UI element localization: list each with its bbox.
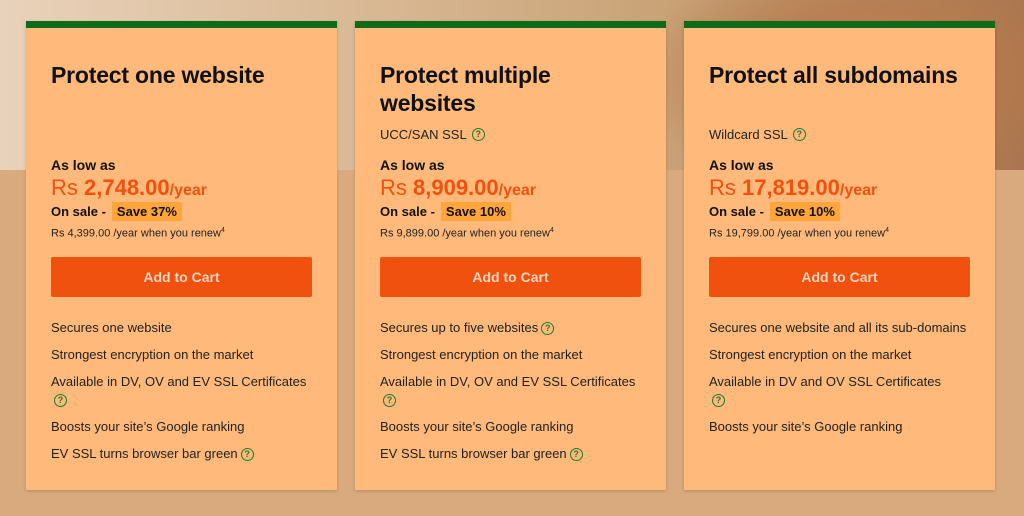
help-icon[interactable]: ? (54, 394, 67, 408)
renew-footnote: 4 (885, 227, 890, 234)
feature-item: Secures up to five websites? (380, 319, 641, 337)
sale-label: On sale - (709, 204, 764, 219)
card-subtitle: Wildcard SSL? (709, 127, 806, 142)
sale-line: On sale - Save 37% (51, 202, 182, 221)
as-low-as-label: As low as (709, 157, 774, 173)
price-period: /year (498, 182, 537, 199)
feature-text: Strongest encryption on the market (380, 347, 583, 362)
feature-item: Strongest encryption on the market (380, 346, 641, 364)
price: Rs 2,748.00/year (51, 175, 207, 201)
feature-item: Strongest encryption on the market (51, 346, 312, 364)
feature-text: Secures one website and all its sub-doma… (709, 320, 967, 335)
feature-item: Boosts your site’s Google ranking (709, 418, 970, 436)
feature-item: EV SSL turns browser bar green? (51, 445, 312, 463)
feature-item: Strongest encryption on the market (709, 346, 970, 364)
renew-footnote: 4 (550, 227, 554, 234)
pricing-card-multiple-websites: Protect multiple websites UCC/SAN SSL? A… (355, 21, 666, 490)
price-currency: Rs (380, 175, 413, 200)
help-icon[interactable]: ? (712, 394, 725, 408)
save-badge: Save 37% (111, 202, 182, 221)
feature-text: Boosts your site’s Google ranking (51, 419, 245, 434)
help-icon[interactable]: ? (569, 448, 583, 462)
feature-text: Strongest encryption on the market (709, 347, 912, 362)
subtitle-text: Wildcard SSL (709, 127, 788, 142)
sale-line: On sale - Save 10% (380, 202, 511, 221)
price-amount: 8,909.00 (413, 175, 499, 200)
card-title: Protect one website (51, 62, 265, 88)
feature-list: Secures one website Strongest encryption… (51, 319, 312, 472)
add-to-cart-button[interactable]: Add to Cart (709, 257, 970, 297)
as-low-as-label: As low as (380, 157, 445, 173)
pricing-card-all-subdomains: Protect all subdomains Wildcard SSL? As … (684, 21, 995, 490)
renew-text: Rs 4,399.00 /year when you renew (51, 227, 221, 240)
feature-item: Boosts your site’s Google ranking (51, 418, 312, 436)
price-amount: 17,819.00 (742, 175, 840, 200)
feature-item: Available in DV, OV and EV SSL Certifica… (380, 373, 641, 409)
price: Rs 17,819.00/year (709, 175, 877, 201)
renew-price: Rs 9,899.00 /year when you renew4 (380, 227, 554, 240)
help-icon[interactable]: ? (792, 128, 806, 141)
feature-item: Secures one website (51, 319, 312, 337)
sale-line: On sale - Save 10% (709, 202, 840, 221)
pricing-card-one-website: Protect one website As low as Rs 2,748.0… (26, 21, 337, 490)
add-to-cart-button[interactable]: Add to Cart (51, 257, 312, 297)
card-title: Protect all subdomains (709, 62, 958, 88)
price-currency: Rs (51, 175, 84, 200)
sale-label: On sale - (380, 204, 435, 219)
feature-text: Available in DV and OV SSL Certificates (709, 374, 941, 389)
price-period: /year (169, 182, 208, 199)
renew-price: Rs 4,399.00 /year when you renew4 (51, 227, 225, 240)
help-icon[interactable]: ? (383, 394, 396, 408)
subtitle-text: UCC/SAN SSL (380, 127, 467, 142)
feature-text: Boosts your site’s Google ranking (380, 419, 574, 434)
card-subtitle: UCC/SAN SSL? (380, 127, 485, 142)
renew-text: Rs 19,799.00 /year when you renew (709, 227, 886, 240)
save-badge: Save 10% (769, 202, 840, 221)
add-to-cart-button[interactable]: Add to Cart (380, 257, 641, 297)
price-period: /year (839, 182, 878, 199)
feature-text: Secures one website (51, 320, 172, 335)
feature-text: Available in DV, OV and EV SSL Certifica… (51, 374, 307, 389)
feature-text: Boosts your site’s Google ranking (709, 419, 903, 434)
sale-label: On sale - (51, 204, 106, 219)
as-low-as-label: As low as (51, 157, 116, 173)
feature-text: EV SSL turns browser bar green (51, 446, 238, 461)
feature-item: Secures one website and all its sub-doma… (709, 319, 970, 337)
price: Rs 8,909.00/year (380, 175, 536, 201)
feature-text: Strongest encryption on the market (51, 347, 254, 362)
renew-footnote: 4 (221, 227, 225, 234)
feature-text: Secures up to five websites (380, 320, 539, 335)
feature-item: Available in DV, OV and EV SSL Certifica… (51, 373, 312, 409)
price-amount: 2,748.00 (84, 175, 170, 200)
renew-price: Rs 19,799.00 /year when you renew4 (709, 227, 889, 240)
feature-item: EV SSL turns browser bar green? (380, 445, 641, 463)
feature-text: Available in DV, OV and EV SSL Certifica… (380, 374, 636, 389)
feature-item: Available in DV and OV SSL Certificates? (709, 373, 970, 409)
help-icon[interactable]: ? (471, 128, 485, 141)
feature-text: EV SSL turns browser bar green (380, 446, 567, 461)
feature-item: Boosts your site’s Google ranking (380, 418, 641, 436)
save-badge: Save 10% (440, 202, 511, 221)
help-icon[interactable]: ? (541, 322, 555, 336)
feature-list: Secures one website and all its sub-doma… (709, 319, 970, 445)
help-icon[interactable]: ? (240, 448, 254, 462)
feature-list: Secures up to five websites? Strongest e… (380, 319, 641, 472)
card-title: Protect multiple websites (380, 62, 551, 116)
renew-text: Rs 9,899.00 /year when you renew (380, 227, 550, 240)
price-currency: Rs (709, 175, 742, 200)
